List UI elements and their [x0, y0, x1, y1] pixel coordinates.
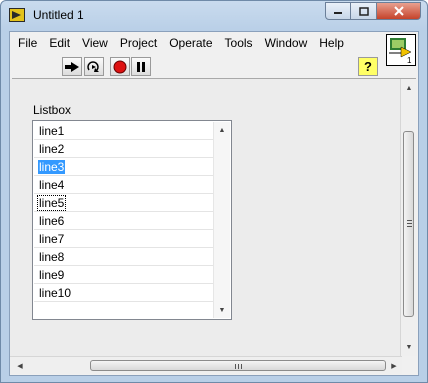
listbox-item[interactable]: line2 [34, 140, 214, 158]
menu-bar: File Edit View Project Operate Tools Window Hel… [10, 32, 386, 54]
listbox[interactable]: line10 line9 line8 line7 line6 line5 line4 line… [32, 120, 232, 320]
abort-button[interactable] [110, 57, 130, 76]
vertical-scroll-thumb[interactable] [403, 131, 414, 317]
menu-file[interactable]: File [12, 32, 43, 54]
minimize-icon [334, 12, 342, 14]
connector-pane-icon: 1 [389, 38, 412, 65]
listbox-item-label: line4 [39, 178, 65, 192]
grip-line [407, 220, 412, 221]
listbox-item-label: line3 [38, 160, 66, 174]
listbox-item-label: line1 [39, 124, 65, 138]
listbox-item[interactable]: line6 [34, 212, 214, 230]
scroll-down-arrow-icon[interactable]: ▼ [214, 303, 230, 317]
scroll-left-arrow-icon[interactable]: ◀ [12, 357, 28, 374]
menu-tools[interactable]: Tools [219, 32, 259, 54]
grip-line [407, 223, 412, 224]
menu-project[interactable]: Project [114, 32, 163, 54]
run-button[interactable] [62, 57, 82, 76]
panel-vertical-scrollbar[interactable]: ▲ ▼ [400, 79, 417, 356]
run-continuously-button[interactable] [84, 57, 104, 76]
scroll-up-arrow-icon[interactable]: ▲ [401, 81, 417, 95]
help-icon: ? [364, 59, 372, 74]
listbox-item[interactable]: line5 [34, 194, 214, 212]
menu-operate[interactable]: Operate [163, 32, 218, 54]
minimize-button[interactable] [325, 2, 351, 20]
listbox-item[interactable]: line10 [34, 284, 214, 302]
horizontal-scroll-thumb[interactable] [90, 360, 386, 371]
labview-app-icon [9, 7, 25, 23]
grip-line [407, 226, 412, 227]
listbox-item-label: line9 [39, 268, 65, 282]
grip-line [235, 364, 236, 369]
listbox-item[interactable]: line9 [34, 266, 214, 284]
panel-horizontal-scrollbar[interactable]: ◀ ▶ [10, 356, 402, 374]
vi-front-panel-window: File Edit View Project Operate Tools Window Hel… [9, 31, 419, 376]
listbox-scrollbar[interactable]: ▲ ▼ [213, 122, 230, 318]
abort-stop-icon [113, 60, 127, 73]
window-title: Untitled 1 [33, 8, 84, 22]
grip-line [238, 364, 239, 369]
pause-icon [137, 61, 145, 72]
menu-window[interactable]: Window [259, 32, 314, 54]
listbox-item[interactable]: line8 [34, 248, 214, 266]
front-panel[interactable]: Listbox line10 line9 line8 line7 line6 line5 l… [10, 79, 402, 356]
listbox-item[interactable]: line4 [34, 176, 214, 194]
vi-icon-badge: 1 [407, 56, 412, 65]
menu-view[interactable]: View [76, 32, 114, 54]
title-bar[interactable]: Untitled 1 [1, 1, 427, 29]
listbox-item[interactable]: line7 [34, 230, 214, 248]
listbox-item-label: line7 [39, 232, 65, 246]
vi-icon[interactable]: 1 [386, 34, 416, 66]
listbox-label: Listbox [33, 103, 72, 117]
maximize-icon [358, 6, 369, 16]
pause-button[interactable] [131, 57, 151, 76]
menu-edit[interactable]: Edit [43, 32, 76, 54]
close-icon [393, 6, 404, 16]
scroll-up-arrow-icon[interactable]: ▲ [214, 123, 230, 137]
listbox-item-label: line8 [39, 250, 65, 264]
listbox-item[interactable]: line1 [34, 122, 214, 140]
toolbar [10, 54, 384, 78]
window: Untitled 1 File Edit View Project Operate Too… [0, 0, 428, 383]
listbox-item-label: line2 [39, 142, 65, 156]
scroll-down-arrow-icon[interactable]: ▼ [401, 340, 417, 354]
maximize-button[interactable] [351, 2, 377, 20]
listbox-item-label: line10 [39, 286, 72, 300]
grip-line [241, 364, 242, 369]
context-help-button[interactable]: ? [358, 57, 378, 76]
scroll-right-arrow-icon[interactable]: ▶ [386, 357, 402, 374]
listbox-item-label: line5 [36, 195, 67, 211]
run-arrow-icon [65, 61, 79, 72]
listbox-item-label: line6 [39, 214, 65, 228]
menu-help[interactable]: Help [313, 32, 350, 54]
run-continuously-icon [87, 60, 99, 72]
close-button[interactable] [377, 2, 421, 20]
listbox-item[interactable]: line3 [34, 158, 214, 176]
